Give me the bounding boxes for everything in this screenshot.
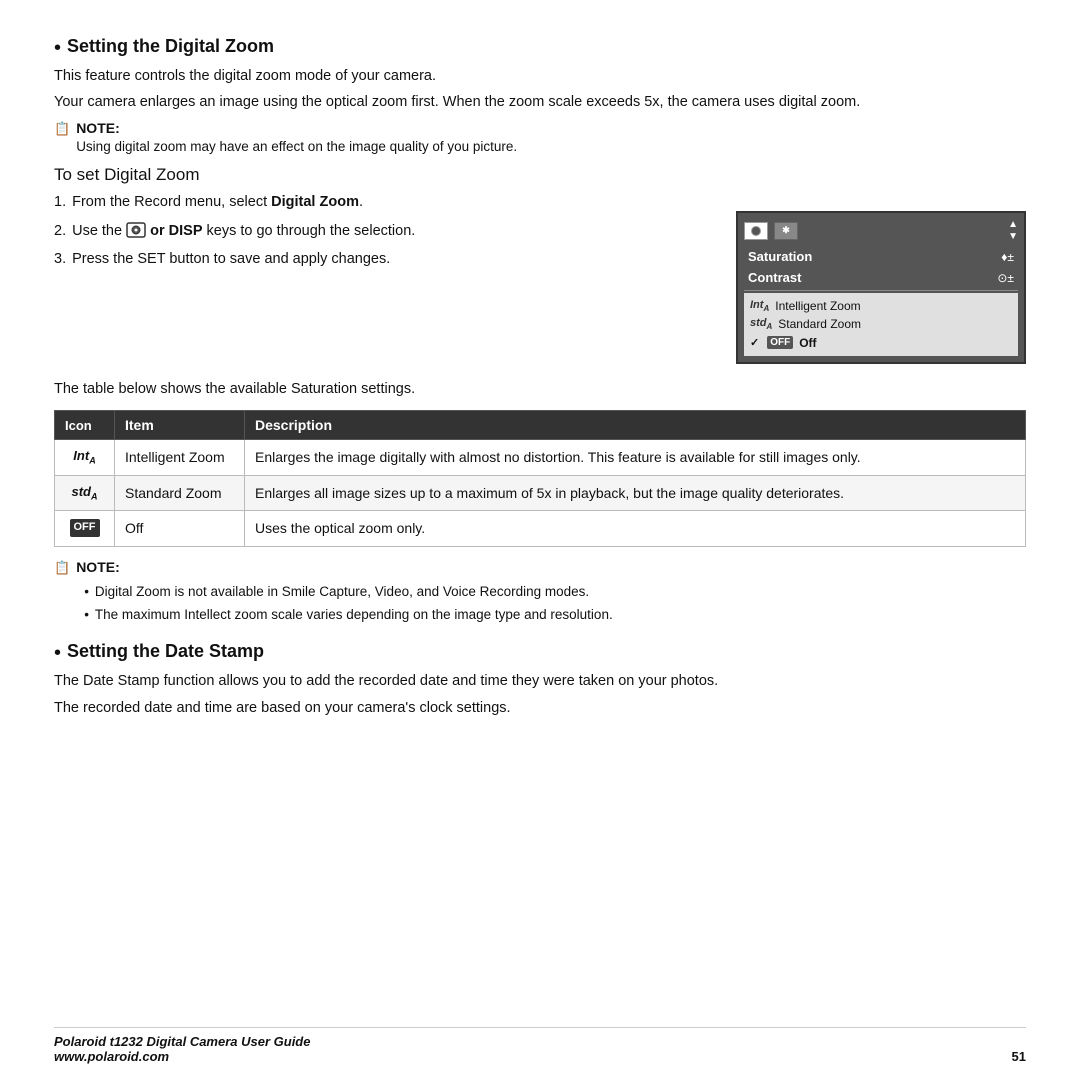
step-2-text: Use the or DISP keys to go through the s… bbox=[72, 220, 415, 242]
bullet-sym-2: • bbox=[84, 605, 89, 625]
note-block-bottom: 📋 NOTE: • Digital Zoom is not available … bbox=[54, 559, 1026, 632]
col-header-icon: Icon bbox=[55, 411, 115, 440]
note-bottom-label: NOTE: bbox=[76, 559, 120, 575]
table-row-off: OFF Off Uses the optical zoom only. bbox=[55, 511, 1026, 546]
disp-icon bbox=[126, 220, 146, 240]
col-header-description: Description bbox=[245, 411, 1026, 440]
camera-ui-icons: ✱ bbox=[744, 222, 798, 240]
desc-cell-std: Enlarges all image sizes up to a maximum… bbox=[245, 475, 1026, 511]
date-stamp-title: Setting the Date Stamp bbox=[67, 641, 264, 662]
footer-left: Polaroid t1232 Digital Camera User Guide… bbox=[54, 1034, 310, 1064]
nav-arrows: ▲ ▼ bbox=[1008, 219, 1018, 242]
item-label-int: Intelligent Zoom bbox=[125, 449, 225, 465]
note-bullet-text-2: The maximum Intellect zoom scale varies … bbox=[95, 605, 613, 625]
step-3-num: 3. bbox=[54, 248, 66, 270]
off-label: Off bbox=[799, 336, 816, 350]
date-stamp-desc2: The recorded date and time are based on … bbox=[54, 697, 1026, 719]
item-label-std: Standard Zoom bbox=[125, 485, 222, 501]
desc-cell-int: Enlarges the image digitally with almost… bbox=[245, 440, 1026, 476]
two-col-layout: 1. From the Record menu, select Digital … bbox=[54, 191, 1026, 363]
item-cell-int: Intelligent Zoom bbox=[115, 440, 245, 476]
step-1: 1. From the Record menu, select Digital … bbox=[54, 191, 716, 213]
icon-cell-off: OFF bbox=[55, 511, 115, 546]
icon-cell-int: IntA bbox=[55, 440, 115, 476]
desc-cell-off: Uses the optical zoom only. bbox=[245, 511, 1026, 546]
camera-ui: ✱ ▲ ▼ Saturation ♦± bbox=[736, 211, 1026, 363]
date-stamp-desc1: The Date Stamp function allows you to ad… bbox=[54, 670, 1026, 692]
note-label: NOTE: bbox=[76, 120, 120, 136]
saturation-symbol: ♦± bbox=[1001, 250, 1014, 264]
int-zoom-icon: IntA bbox=[750, 299, 769, 313]
note-icon-bottom: 📋 bbox=[54, 560, 70, 576]
zoom-table: Icon Item Description IntA Intelligent Z… bbox=[54, 410, 1026, 547]
submenu-intelligent-zoom: IntA Intelligent Zoom bbox=[750, 297, 1012, 315]
desc-text-off: Uses the optical zoom only. bbox=[255, 520, 425, 536]
footer-guide-title: Polaroid t1232 Digital Camera User Guide bbox=[54, 1034, 310, 1049]
step-1-num: 1. bbox=[54, 191, 66, 213]
bullet-icon: • bbox=[54, 36, 61, 60]
step-list: 1. From the Record menu, select Digital … bbox=[54, 191, 716, 270]
item-cell-off: Off bbox=[115, 511, 245, 546]
saturation-label: Saturation bbox=[748, 249, 812, 264]
contrast-row: Contrast ⊙± bbox=[744, 267, 1018, 288]
page-footer: Polaroid t1232 Digital Camera User Guide… bbox=[54, 1027, 1026, 1064]
date-stamp-heading: • Setting the Date Stamp bbox=[54, 641, 1026, 670]
page: • Setting the Digital Zoom This feature … bbox=[0, 0, 1080, 1080]
step-3: 3. Press the SET button to save and appl… bbox=[54, 248, 716, 270]
steps-col: 1. From the Record menu, select Digital … bbox=[54, 191, 716, 363]
note-bullet-2: • The maximum Intellect zoom scale varie… bbox=[84, 605, 613, 625]
note-block-top: 📋 NOTE: Using digital zoom may have an e… bbox=[54, 120, 1026, 157]
check-icon: ✓ bbox=[750, 336, 759, 349]
table-intro: The table below shows the available Satu… bbox=[54, 378, 1026, 400]
note-bullet-1: • Digital Zoom is not available in Smile… bbox=[84, 582, 613, 602]
camera-ui-screenshot: ✱ ▲ ▼ Saturation ♦± bbox=[736, 191, 1026, 363]
int-zoom-label: Intelligent Zoom bbox=[775, 299, 860, 313]
contrast-symbol: ⊙± bbox=[997, 271, 1014, 285]
step-3-text: Press the SET button to save and apply c… bbox=[72, 248, 390, 270]
int-a-icon: IntA bbox=[73, 448, 95, 463]
bullet-icon-ds: • bbox=[54, 641, 61, 665]
off-icon-badge: OFF bbox=[70, 519, 100, 537]
note-bullets: • Digital Zoom is not available in Smile… bbox=[76, 582, 613, 626]
saturation-row: Saturation ♦± bbox=[744, 246, 1018, 267]
submenu-off: ✓ OFF Off bbox=[750, 334, 1012, 352]
off-badge: OFF bbox=[767, 336, 793, 349]
camera-mode-icon bbox=[744, 222, 768, 240]
camera-ui-top: ✱ ▲ ▼ bbox=[744, 219, 1018, 242]
settings-mode-icon: ✱ bbox=[774, 222, 798, 240]
digital-zoom-title: Setting the Digital Zoom bbox=[67, 36, 274, 57]
cam-submenu: IntA Intelligent Zoom stdA Standard Zoom… bbox=[744, 293, 1018, 355]
step-2: 2. Use the or DISP keys to go through th… bbox=[54, 220, 716, 242]
step-2-num: 2. bbox=[54, 220, 66, 242]
bullet-sym-1: • bbox=[84, 582, 89, 602]
desc-text-int: Enlarges the image digitally with almost… bbox=[255, 449, 861, 465]
std-a-icon: stdA bbox=[72, 484, 98, 499]
sub-heading: To set Digital Zoom bbox=[54, 165, 1026, 185]
col-header-item: Item bbox=[115, 411, 245, 440]
digital-zoom-heading: • Setting the Digital Zoom bbox=[54, 36, 1026, 65]
note-icon: 📋 bbox=[54, 121, 70, 137]
item-cell-std: Standard Zoom bbox=[115, 475, 245, 511]
item-label-off: Off bbox=[125, 520, 143, 536]
std-zoom-label: Standard Zoom bbox=[778, 317, 861, 331]
digital-zoom-section: • Setting the Digital Zoom This feature … bbox=[54, 36, 1026, 631]
digital-zoom-desc1: This feature controls the digital zoom m… bbox=[54, 65, 1026, 87]
step-1-text: From the Record menu, select Digital Zoo… bbox=[72, 191, 363, 213]
desc-text-std: Enlarges all image sizes up to a maximum… bbox=[255, 485, 844, 501]
table-row-standard-zoom: stdA Standard Zoom Enlarges all image si… bbox=[55, 475, 1026, 511]
digital-zoom-desc2: Your camera enlarges an image using the … bbox=[54, 91, 1026, 113]
footer-page-number: 51 bbox=[1012, 1049, 1026, 1064]
std-zoom-icon: stdA bbox=[750, 317, 772, 331]
submenu-standard-zoom: stdA Standard Zoom bbox=[750, 315, 1012, 333]
footer-url: www.polaroid.com bbox=[54, 1049, 310, 1064]
note-bullet-text-1: Digital Zoom is not available in Smile C… bbox=[95, 582, 589, 602]
table-row-intelligent-zoom: IntA Intelligent Zoom Enlarges the image… bbox=[55, 440, 1026, 476]
contrast-label: Contrast bbox=[748, 270, 801, 285]
icon-cell-std: stdA bbox=[55, 475, 115, 511]
note-text: Using digital zoom may have an effect on… bbox=[76, 137, 517, 157]
date-stamp-section: • Setting the Date Stamp The Date Stamp … bbox=[54, 641, 1026, 719]
